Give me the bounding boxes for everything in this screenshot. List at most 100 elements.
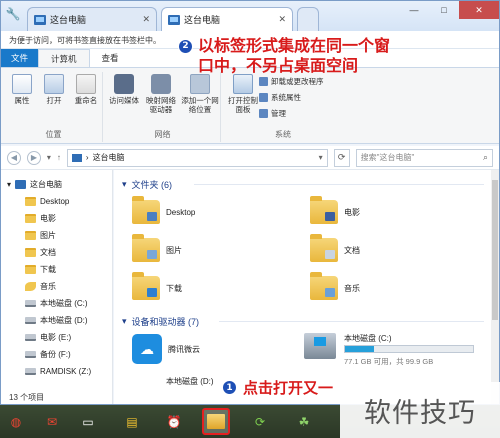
ribbon-tab-view[interactable]: 查看 xyxy=(90,49,131,67)
close-button[interactable]: ✕ xyxy=(459,1,499,19)
address-bar[interactable]: › 这台电脑 ▾ xyxy=(66,148,328,167)
open-button[interactable]: 打开 xyxy=(41,74,67,105)
file-explorer-icon xyxy=(207,414,225,429)
vertical-scrollbar[interactable] xyxy=(491,170,499,404)
drive-d-tile[interactable]: 本地磁盘 (D:) xyxy=(166,376,214,387)
nav-item-drive-z[interactable]: RAMDISK (Z:) xyxy=(25,363,91,380)
nav-item-downloads[interactable]: 下载 xyxy=(25,261,56,278)
clover-icon[interactable]: ☘ xyxy=(290,408,318,435)
nav-label: Desktop xyxy=(40,197,70,206)
button-label: 映射网络驱动器 xyxy=(146,96,176,114)
alarm-icon[interactable]: ⏰ xyxy=(160,408,188,435)
folder-music[interactable]: 音乐 xyxy=(310,272,360,300)
folder-label: 文档 xyxy=(344,245,360,255)
folders-group-header[interactable]: ▾ 文件夹 (6) xyxy=(122,178,172,191)
navigation-pane: ▾ 这台电脑 Desktop 电影 图片 文档 下载 音乐 本地磁盘 (C:) … xyxy=(1,170,113,404)
folder-label: 电影 xyxy=(344,207,360,217)
nav-item-drive-e[interactable]: 电影 (E:) xyxy=(25,329,71,346)
access-media-button[interactable]: 访问媒体 xyxy=(107,74,141,105)
nav-item-drive-f[interactable]: 备份 (F:) xyxy=(25,346,71,363)
folder-downloads[interactable]: 下载 xyxy=(132,272,182,300)
nav-label: 图片 xyxy=(40,231,56,240)
group-name: 系统 xyxy=(275,130,291,139)
system-properties-button[interactable]: 系统属性 xyxy=(259,92,301,103)
uninstall-icon xyxy=(259,77,268,86)
nav-item-drive-d[interactable]: 本地磁盘 (D:) xyxy=(25,312,88,329)
scrollbar-thumb[interactable] xyxy=(492,180,498,320)
nav-item-music[interactable]: 音乐 xyxy=(25,278,56,295)
system-properties-icon xyxy=(259,93,268,102)
tab-close-icon[interactable]: ✕ xyxy=(142,14,150,25)
device-label: 腾讯微云 xyxy=(168,344,200,354)
nav-item-documents[interactable]: 文档 xyxy=(25,244,56,261)
folder-icon xyxy=(132,196,160,224)
control-panel-button[interactable]: 打开控制面板 xyxy=(227,74,259,114)
manage-icon xyxy=(259,109,268,118)
search-input[interactable]: 搜索"这台电脑" ⌕ xyxy=(355,148,493,167)
computer-icon xyxy=(34,14,46,25)
button-label: 访问媒体 xyxy=(109,96,139,105)
expand-icon[interactable]: ▾ xyxy=(7,180,11,189)
drive-usage-fill xyxy=(345,346,375,352)
notes-icon[interactable]: ▤ xyxy=(118,408,146,435)
media-icon xyxy=(114,74,134,94)
app-card-icon[interactable]: ✉ xyxy=(38,408,66,435)
up-button[interactable]: ↑ xyxy=(57,153,61,162)
address-row: ◀ ▶ ▾ ↑ › 这台电脑 ▾ ⟳ 搜索"这台电脑" ⌕ xyxy=(1,146,499,170)
rename-button[interactable]: 重命名 xyxy=(71,74,101,105)
nav-label: RAMDISK (Z:) xyxy=(40,367,92,376)
folder-pictures[interactable]: 图片 xyxy=(132,234,182,262)
forward-button[interactable]: ▶ xyxy=(26,150,41,165)
ribbon-tab-file[interactable]: 文件 xyxy=(1,49,39,67)
monitor-icon[interactable]: ▭ xyxy=(74,408,102,435)
ribbon: 属性 打开 重命名 位置 访问媒体 映射网络驱动器 添加一个网络位置 网络 打开… xyxy=(1,67,499,144)
map-drive-button[interactable]: 映射网络驱动器 xyxy=(143,74,179,114)
folder-documents[interactable]: 文档 xyxy=(310,234,360,262)
window-controls: — □ ✕ xyxy=(399,1,499,19)
chevron-down-icon[interactable]: ▾ xyxy=(319,153,323,162)
wrench-icon[interactable]: 🔧 xyxy=(4,5,22,23)
device-weiyun[interactable]: ☁ 腾讯微云 xyxy=(132,334,200,364)
button-label: 打开控制面板 xyxy=(228,96,258,114)
refresh-app-icon[interactable]: ⟳ xyxy=(246,408,274,435)
annotation-step-1: 1 点击打开又一 xyxy=(222,377,333,398)
add-network-location-button[interactable]: 添加一个网络位置 xyxy=(181,74,219,114)
nav-label: 文档 xyxy=(40,248,56,257)
uninstall-programs-button[interactable]: 卸载或更改程序 xyxy=(259,76,324,87)
annotation-step-2: 2 以标签形式集成在同一个窗 口中，不另占桌面空间 xyxy=(178,36,390,76)
ribbon-tab-computer[interactable]: 计算机 xyxy=(38,49,90,67)
annotation-text-line2: 口中，不另占桌面空间 xyxy=(198,56,359,75)
manage-button[interactable]: 管理 xyxy=(259,108,286,119)
back-button[interactable]: ◀ xyxy=(7,150,21,165)
new-tab-button[interactable] xyxy=(297,7,319,31)
properties-icon xyxy=(12,74,32,94)
divider xyxy=(219,321,484,322)
folder-desktop[interactable]: Desktop xyxy=(132,196,195,224)
folder-label: 下载 xyxy=(166,283,182,293)
drive-icon xyxy=(25,300,36,307)
nav-item-pictures[interactable]: 图片 xyxy=(25,227,56,244)
tab-this-pc-1[interactable]: 这台电脑 ✕ xyxy=(27,7,157,31)
folder-movies[interactable]: 电影 xyxy=(310,196,360,224)
drive-icon xyxy=(25,351,36,358)
tab-label: 这台电脑 xyxy=(184,15,221,25)
folder-label: 图片 xyxy=(166,245,182,255)
nav-item-this-pc[interactable]: ▾ 这台电脑 xyxy=(7,176,62,193)
recent-dropdown-icon[interactable]: ▾ xyxy=(47,153,51,162)
content-pane: ▾ 文件夹 (6) Desktop 电影 图片 文档 下载 音乐 ▾ 设备和驱动… xyxy=(114,170,499,404)
maximize-button[interactable]: □ xyxy=(429,1,459,19)
refresh-button[interactable]: ⟳ xyxy=(333,148,350,167)
properties-button[interactable]: 属性 xyxy=(9,74,35,105)
folder-icon xyxy=(310,272,338,300)
chevron-down-icon: ▾ xyxy=(122,179,127,189)
devices-group-header[interactable]: ▾ 设备和驱动器 (7) xyxy=(122,315,199,328)
file-explorer-taskbar-button[interactable] xyxy=(202,408,230,435)
tab-this-pc-2[interactable]: 这台电脑 ✕ xyxy=(161,7,293,31)
nav-item-movies[interactable]: 电影 xyxy=(25,210,56,227)
nav-item-desktop[interactable]: Desktop xyxy=(25,193,69,210)
minimize-button[interactable]: — xyxy=(399,1,429,19)
app-red-icon[interactable]: ◍ xyxy=(2,408,30,435)
nav-item-drive-c[interactable]: 本地磁盘 (C:) xyxy=(25,295,88,312)
folder-icon xyxy=(25,214,36,223)
tab-close-icon[interactable]: ✕ xyxy=(278,14,286,25)
